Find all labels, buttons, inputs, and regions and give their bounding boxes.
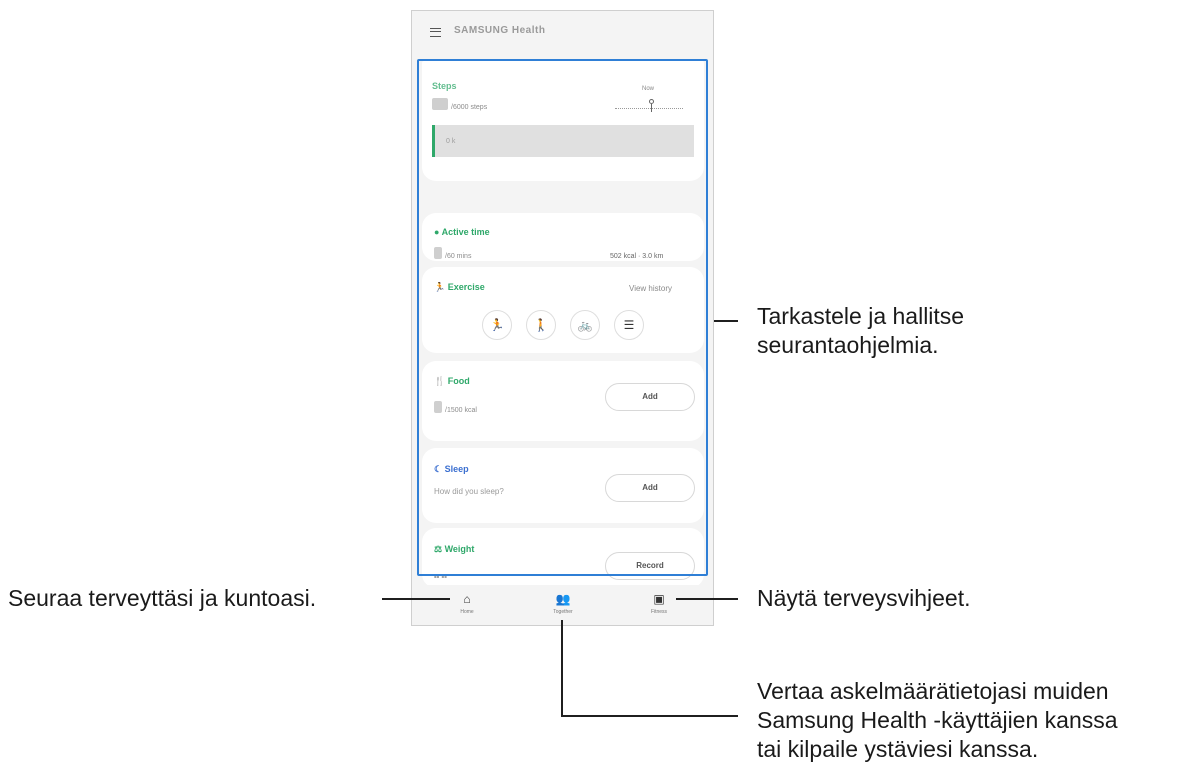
weight-title: ⚖ Weight	[434, 544, 475, 554]
steps-count-placeholder	[432, 98, 448, 110]
food-add-button[interactable]: Add	[605, 383, 695, 411]
active-time-placeholder	[434, 247, 442, 259]
callout-together-line2: Samsung Health -käyttäjien kanssa	[757, 707, 1118, 733]
steps-goal: /6000 steps	[451, 104, 488, 111]
app-title: SAMSUNG Health	[454, 25, 546, 36]
home-leader-line	[382, 598, 450, 600]
exercise-card[interactable]: 🏃 Exercise View history 🏃 🚶 🚲 ☰	[422, 267, 704, 353]
fitness-leader-line	[676, 598, 738, 600]
steps-bar-text: 0 k	[446, 138, 456, 145]
nav-together[interactable]: 👥 Together	[533, 592, 593, 615]
weight-title-text: Weight	[444, 544, 475, 554]
food-placeholder	[434, 401, 442, 413]
callout-trackers-line2: seurantaohjelmia.	[757, 332, 939, 358]
weight-record-button[interactable]: Record	[605, 552, 695, 580]
steps-timeline	[615, 108, 683, 109]
list-icon[interactable]: ☰	[614, 310, 644, 340]
callout-trackers-line1: Tarkastele ja hallitse	[757, 303, 965, 329]
now-label: Now	[642, 86, 655, 92]
callout-together-line1: Vertaa askelmäärätietojasi muiden	[757, 678, 1109, 704]
active-time-title: ● Active time	[434, 227, 490, 237]
callout-home: Seuraa terveyttäsi ja kuntoasi.	[8, 585, 317, 611]
food-title: 🍴 Food	[434, 376, 470, 386]
sleep-title: ☾ Sleep	[434, 464, 469, 474]
nav-together-label: Together	[553, 609, 573, 615]
callout-together-line3: tai kilpaile ystäviesi kanssa.	[757, 736, 1039, 762]
sleep-card[interactable]: ☾ Sleep How did you sleep? Add	[422, 448, 704, 523]
callout-fitness: Näytä terveysvihjeet.	[757, 585, 971, 611]
active-time-card[interactable]: ● Active time /60 mins 502 kcal · 3.0 km	[422, 213, 704, 261]
app-bar: SAMSUNG Health	[412, 11, 713, 57]
cycling-icon[interactable]: 🚲	[570, 310, 600, 340]
menu-icon[interactable]	[430, 28, 441, 37]
steps-title: Steps	[432, 81, 457, 91]
running-icon[interactable]: 🏃	[482, 310, 512, 340]
view-history-link[interactable]: View history	[629, 284, 672, 293]
together-leader-vertical	[561, 620, 563, 717]
nav-fitness-label: Fitness	[650, 609, 668, 615]
people-icon: 👥	[555, 592, 571, 606]
exercise-title: 🏃 Exercise	[434, 282, 485, 292]
sleep-add-button[interactable]: Add	[605, 474, 695, 502]
sleep-title-text: Sleep	[444, 464, 469, 474]
trackers-leader-line	[714, 320, 738, 322]
walking-icon[interactable]: 🚶	[526, 310, 556, 340]
nav-home-label: Home	[460, 609, 474, 615]
together-leader-horizontal	[561, 715, 738, 717]
food-card[interactable]: 🍴 Food /1500 kcal Add	[422, 361, 704, 441]
callout-together: Vertaa askelmäärätietojasi muiden Samsun…	[757, 677, 1118, 764]
phone-screen: SAMSUNG Health Steps /6000 steps Now 0 k…	[411, 10, 714, 626]
sleep-prompt: How did you sleep?	[434, 487, 504, 496]
steps-progress-bar: 0 k	[432, 125, 694, 157]
weight-value: -- --	[434, 572, 447, 581]
food-title-text: Food	[447, 376, 470, 386]
nav-home[interactable]: ⌂ Home	[437, 592, 497, 615]
active-time-title-text: Active time	[441, 227, 490, 237]
active-time-stats: 502 kcal · 3.0 km	[610, 253, 664, 260]
active-time-goal: /60 mins	[445, 253, 472, 260]
nav-fitness[interactable]: ▣ Fitness	[629, 592, 689, 615]
callout-trackers: Tarkastele ja hallitse seurantaohjelmia.	[757, 302, 964, 360]
food-goal: /1500 kcal	[445, 407, 477, 414]
weight-card[interactable]: ⚖ Weight -- -- Record	[422, 528, 704, 588]
steps-card[interactable]: Steps /6000 steps Now 0 k	[422, 61, 704, 181]
exercise-title-text: Exercise	[447, 282, 485, 292]
